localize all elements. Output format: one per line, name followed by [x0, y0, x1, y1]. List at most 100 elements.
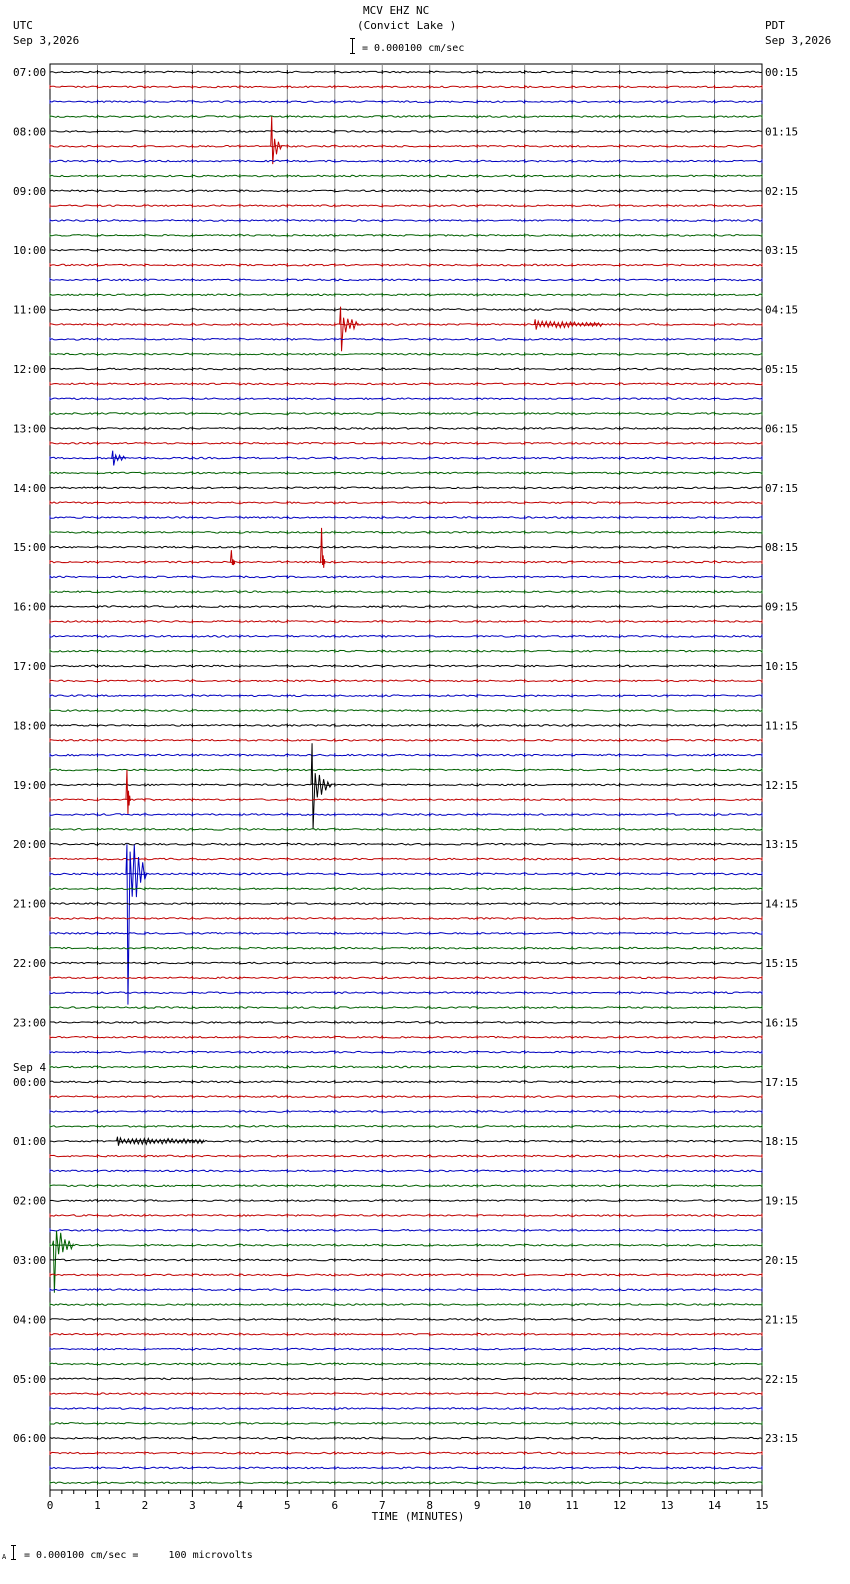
utc-hour-label: 19:00 — [13, 779, 46, 792]
seismic-trace — [49, 1258, 763, 1262]
seismic-trace — [49, 798, 763, 801]
pdt-hour-label: 11:15 — [765, 719, 798, 732]
seismic-trace — [49, 827, 763, 831]
seismic-trace — [49, 842, 763, 846]
seismic-trace — [49, 1065, 763, 1069]
utc-hour-label: 14:00 — [13, 482, 46, 495]
seismic-trace — [49, 931, 763, 935]
seismic-trace — [49, 1154, 763, 1158]
x-tick-label: 5 — [284, 1499, 291, 1512]
seismic-trace — [49, 516, 763, 519]
seismic-trace — [49, 1214, 763, 1217]
seismic-event — [51, 1230, 74, 1293]
pdt-hour-label: 08:15 — [765, 541, 798, 554]
seismic-trace — [49, 1110, 763, 1113]
seismic-trace — [49, 382, 763, 386]
pdt-hour-label: 05:15 — [765, 363, 798, 376]
utc-hour-label: 22:00 — [13, 957, 46, 970]
seismic-trace — [49, 486, 763, 490]
x-tick-label: 12 — [613, 1499, 626, 1512]
footer-marker: A — [2, 1553, 7, 1561]
x-tick-label: 14 — [708, 1499, 722, 1512]
utc-hour-label: 00:00 — [13, 1076, 46, 1089]
seismic-trace — [49, 1377, 762, 1381]
x-tick-label: 3 — [189, 1499, 196, 1512]
utc-hour-label: 18:00 — [13, 719, 46, 732]
seismic-trace — [49, 352, 763, 356]
seismic-trace — [49, 679, 763, 683]
seismic-trace — [49, 1466, 763, 1470]
pdt-hour-label: 15:15 — [765, 957, 798, 970]
seismic-trace — [49, 634, 763, 638]
seismic-trace — [49, 1050, 763, 1054]
seismic-trace — [49, 204, 763, 207]
seismic-trace — [49, 961, 763, 965]
seismic-trace — [49, 694, 763, 698]
pdt-hour-label: 00:15 — [765, 66, 798, 79]
pdt-hour-label: 07:15 — [765, 482, 798, 495]
seismic-trace — [49, 189, 763, 193]
utc-hour-label: 23:00 — [13, 1016, 46, 1029]
utc-hour-label: 05:00 — [13, 1373, 46, 1386]
seismic-event — [339, 306, 359, 352]
seismic-trace — [49, 337, 763, 341]
seismic-trace — [50, 813, 763, 816]
seismic-trace — [49, 1006, 763, 1009]
seismic-trace — [49, 115, 763, 118]
seismic-trace — [49, 367, 763, 371]
seismic-trace — [49, 1199, 763, 1203]
seismic-trace — [49, 85, 763, 89]
utc-hour-label: 12:00 — [13, 363, 46, 376]
seismic-trace — [49, 887, 763, 891]
pdt-hour-label: 22:15 — [765, 1373, 798, 1386]
seismic-trace — [49, 709, 763, 712]
x-tick-label: 1 — [94, 1499, 101, 1512]
seismic-trace — [49, 1184, 763, 1188]
pdt-hour-label: 06:15 — [765, 422, 798, 435]
seismic-trace — [49, 233, 763, 237]
seismic-trace — [49, 738, 763, 742]
seismic-event — [125, 769, 131, 815]
utc-date-label: Sep 4 — [13, 1061, 46, 1074]
seismic-trace — [49, 664, 763, 668]
seismic-trace — [50, 144, 763, 148]
seismic-trace — [49, 456, 763, 460]
pdt-hour-label: 13:15 — [765, 838, 798, 851]
seismic-trace — [49, 323, 763, 326]
x-tick-label: 11 — [566, 1499, 579, 1512]
seismic-trace — [49, 441, 763, 445]
seismic-trace — [49, 1407, 763, 1410]
pdt-hour-label: 18:15 — [765, 1135, 798, 1148]
seismic-trace — [49, 724, 763, 727]
utc-hour-label: 20:00 — [13, 838, 46, 851]
seismic-trace — [49, 1080, 763, 1084]
seismic-trace — [49, 946, 763, 950]
seismic-trace — [49, 1095, 763, 1099]
seismic-trace — [49, 1317, 763, 1321]
pdt-hour-label: 09:15 — [765, 601, 798, 614]
utc-hour-label: 11:00 — [13, 304, 46, 317]
pdt-hour-label: 16:15 — [765, 1016, 798, 1029]
seismic-trace — [49, 278, 763, 282]
pdt-hour-label: 14:15 — [765, 898, 798, 911]
seismic-trace — [49, 1243, 762, 1247]
seismic-trace — [49, 70, 763, 74]
x-axis: 0 1 2 3 4 5 6 7 8 9 10 11 12 13 14 15TIME (MINUTES) — [47, 1490, 769, 1523]
utc-hour-label: 03:00 — [13, 1254, 46, 1267]
utc-hour-label: 21:00 — [13, 898, 46, 911]
x-tick-label: 13 — [660, 1499, 673, 1512]
pdt-hour-label: 17:15 — [765, 1076, 798, 1089]
seismic-trace — [49, 471, 763, 475]
seismic-event — [270, 116, 283, 165]
seismic-trace — [50, 560, 763, 564]
seismic-trace — [49, 1020, 763, 1024]
seismic-trace — [49, 1288, 763, 1292]
utc-hour-label: 17:00 — [13, 660, 46, 673]
seismic-trace — [49, 649, 763, 653]
x-tick-label: 15 — [755, 1499, 768, 1512]
seismic-trace — [49, 427, 763, 430]
footer-scale-bar-icon — [11, 1545, 17, 1560]
seismic-trace — [49, 575, 763, 579]
traces — [49, 70, 763, 1485]
pdt-hour-label: 01:15 — [765, 125, 798, 138]
